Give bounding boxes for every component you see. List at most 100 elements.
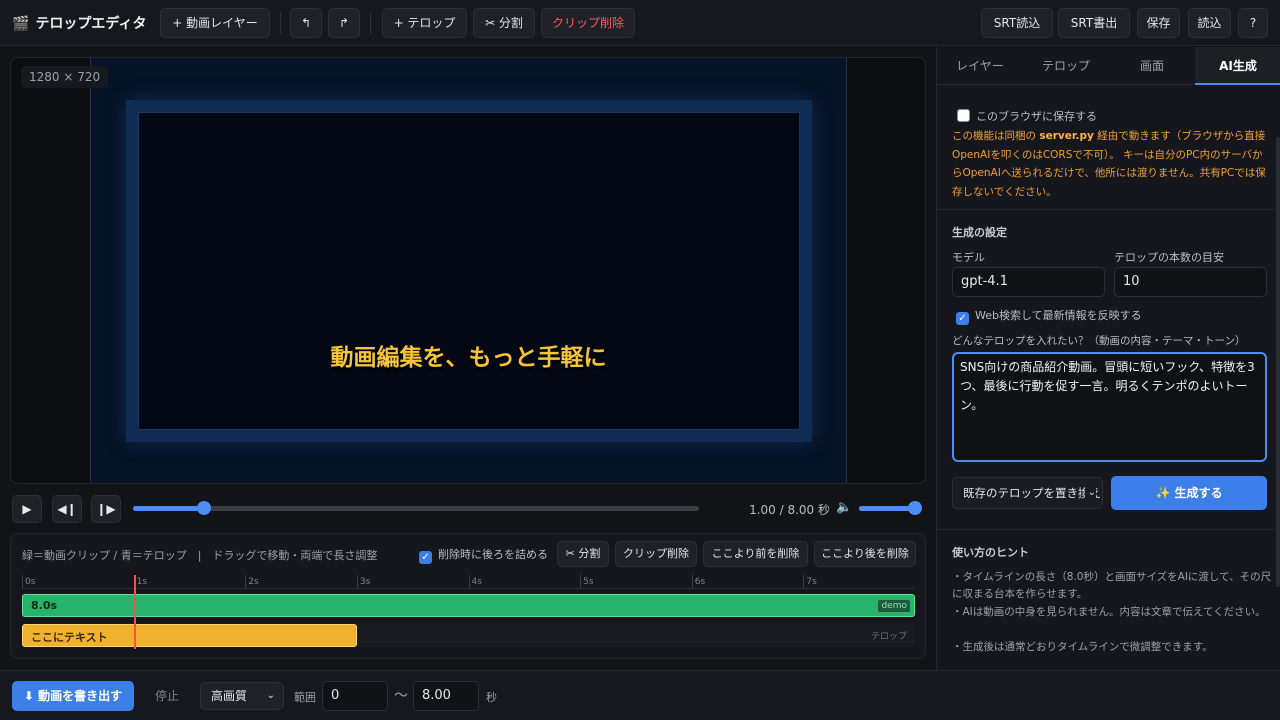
telop-clip-label: ここにテキスト <box>31 631 108 644</box>
play-icon: ▶ <box>22 502 32 516</box>
tab-telop[interactable]: テロップ <box>1023 47 1109 85</box>
timeline-split-button[interactable]: ✂ 分割 <box>557 541 609 567</box>
preview-area: 動画編集を、もっと手軽に 1280 × 720 <box>10 57 926 484</box>
clapper-icon: 🎬 <box>12 16 30 32</box>
volume-slider[interactable] <box>859 501 922 515</box>
hint-item: ・タイムラインの長さ（8.0秒）と画面サイズをAIに渡して、その尺に収まる台本を… <box>952 571 1272 600</box>
server-file-name: server.py <box>1039 130 1094 142</box>
timeline-ruler[interactable]: 0s 1s 2s 3s 4s 5s 6s 7s <box>22 575 915 589</box>
export-bar: ⬇ 動画を書き出す 停止 高画質 ⌄ 範囲 0 〜 8.00 秒 <box>0 670 1280 720</box>
panel-scrollbar[interactable] <box>1276 137 1280 587</box>
toolbar-divider <box>370 12 371 34</box>
volume-fill <box>859 506 915 511</box>
seek-bar-fill <box>133 506 204 511</box>
telop-clip[interactable]: ここにテキスト <box>22 624 357 647</box>
top-toolbar: 🎬 テロップエディタ + 動画レイヤー ↰ ↱ + テロップ ✂ 分割 クリップ削… <box>0 0 1280 46</box>
app-title: 🎬 テロップエディタ <box>12 16 147 32</box>
range-label: 範囲 <box>294 691 316 704</box>
count-label: テロップの本数の目安 <box>1114 251 1224 264</box>
save-in-browser-toggle[interactable]: このブラウザに保存する <box>957 108 1097 124</box>
tab-layers[interactable]: レイヤー <box>937 47 1023 85</box>
delete-before-button[interactable]: ここより前を削除 <box>703 541 808 567</box>
panel-tabs: レイヤー テロップ 画面 AI生成 <box>937 47 1280 85</box>
ruler-tick: 2s <box>245 575 259 589</box>
delete-after-button[interactable]: ここより後を削除 <box>814 541 916 567</box>
speaker-icon[interactable]: 🔈 <box>836 500 852 515</box>
chevron-down-icon: ⌄ <box>1084 478 1096 508</box>
checkbox-checked-icon[interactable]: ✓ <box>956 312 969 325</box>
hint-item: ・AIは動画の中身を見られません。内容は文章で伝えてください。 <box>952 606 1266 618</box>
srt-export-button[interactable]: SRT書出 <box>1058 8 1130 38</box>
replace-mode-select[interactable]: 既存のテロップを置き換え ⌄ <box>952 477 1103 509</box>
ruler-tick: 3s <box>356 575 370 589</box>
video-canvas[interactable]: 動画編集を、もっと手軽に <box>90 58 847 483</box>
range-separator: 〜 <box>394 688 408 704</box>
range-to-input[interactable]: 8.00 <box>413 681 479 711</box>
video-frame <box>126 100 812 442</box>
replace-mode-value: 既存のテロップを置き換え <box>963 486 1101 500</box>
help-button[interactable]: ? <box>1238 8 1268 38</box>
model-label: モデル <box>952 251 985 264</box>
play-button[interactable]: ▶ <box>12 495 42 523</box>
prompt-label: どんなテロップを入れたい？（動画の内容・テーマ・トーン） <box>952 335 1246 347</box>
generate-button[interactable]: ✨ 生成する <box>1111 476 1267 510</box>
telop-count-input[interactable]: 10 <box>1114 267 1267 297</box>
srt-import-button[interactable]: SRT読込 <box>981 8 1053 38</box>
web-search-toggle[interactable]: ✓ Web検索して最新情報を反映する <box>956 307 1142 325</box>
ruler-tick: 4s <box>468 575 482 589</box>
video-clip[interactable]: 8.0s demo <box>22 594 915 617</box>
redo-button[interactable]: ↱ <box>328 8 360 38</box>
seek-bar-handle[interactable] <box>196 501 211 515</box>
telop-overlay-text[interactable]: 動画編集を、もっと手軽に <box>91 338 846 372</box>
seek-bar[interactable] <box>133 501 699 515</box>
step-forward-icon: ❙▶ <box>96 502 116 516</box>
telop-track-tag: テロップ <box>870 632 907 642</box>
playhead[interactable] <box>133 575 136 649</box>
ruler-tick: 7s <box>803 575 817 589</box>
undo-button[interactable]: ↰ <box>290 8 322 38</box>
ruler-tick: 5s <box>580 575 594 589</box>
server-warning: この機能は同梱の server.py 経由で動きます（ブラウザから直接OpenA… <box>952 130 1266 198</box>
resolution-badge: 1280 × 720 <box>21 66 109 88</box>
add-telop-button[interactable]: + テロップ <box>382 8 467 38</box>
volume-handle[interactable] <box>908 501 922 515</box>
step-back-button[interactable]: ◀❙ <box>52 495 82 523</box>
prompt-textarea[interactable]: SNS向けの商品紹介動画。冒頭に短いフック、特徴を3つ、最後に行動を促す一言。明… <box>952 352 1267 462</box>
step-forward-button[interactable]: ❙▶ <box>91 495 121 523</box>
video-inner <box>138 112 800 430</box>
add-video-layer-button[interactable]: + 動画レイヤー <box>160 8 270 38</box>
delete-clip-button[interactable]: クリップ削除 <box>541 8 635 38</box>
tab-screen[interactable]: 画面 <box>1109 47 1195 85</box>
timeline-delete-clip-button[interactable]: クリップ削除 <box>615 541 697 567</box>
ruler-tick: 6s <box>691 575 705 589</box>
video-clip-label: 8.0s <box>31 599 58 612</box>
section-divider <box>937 209 1280 210</box>
time-readout: 1.00 / 8.00 秒 <box>749 503 830 517</box>
split-button[interactable]: ✂ 分割 <box>473 8 535 38</box>
hints-title: 使い方のヒント <box>952 546 1029 559</box>
range-unit: 秒 <box>486 691 497 704</box>
quality-value: 高画質 <box>211 689 248 703</box>
range-from-input[interactable]: 0 <box>322 681 388 711</box>
tab-ai-generate[interactable]: AI生成 <box>1195 47 1280 85</box>
toolbar-divider <box>280 12 281 34</box>
checkbox-unchecked-icon[interactable] <box>957 109 970 122</box>
hint-item: ・生成後は通常どおりタイムラインで微調整できます。 <box>952 641 1213 653</box>
model-input[interactable]: gpt-4.1 <box>952 267 1105 297</box>
chevron-down-icon: ⌄ <box>266 690 275 701</box>
quality-select[interactable]: 高画質 ⌄ <box>200 682 284 710</box>
generation-settings-title: 生成の設定 <box>952 226 1007 239</box>
ruler-tick: 1s <box>133 575 147 589</box>
section-divider <box>937 529 1280 530</box>
save-button[interactable]: 保存 <box>1137 8 1180 38</box>
load-button[interactable]: 読込 <box>1188 8 1231 38</box>
step-back-icon: ◀❙ <box>57 502 77 516</box>
timeline-hint: 緑＝動画クリップ / 青＝テロップ | ドラッグで移動・両端で長さ調整 <box>22 549 378 562</box>
checkbox-checked-icon[interactable]: ✓ <box>419 551 432 564</box>
ripple-delete-toggle[interactable]: ✓ 削除時に後ろを詰める <box>419 546 548 564</box>
export-video-button[interactable]: ⬇ 動画を書き出す <box>12 681 134 711</box>
side-panel: レイヤー テロップ 画面 AI生成 このブラウザに保存する この機能は同梱の s… <box>936 47 1280 670</box>
timeline-panel: 緑＝動画クリップ / 青＝テロップ | ドラッグで移動・両端で長さ調整 ✓ 削除時… <box>10 533 926 659</box>
video-clip-tag: demo <box>878 600 910 612</box>
stop-button[interactable]: 停止 <box>146 681 188 711</box>
